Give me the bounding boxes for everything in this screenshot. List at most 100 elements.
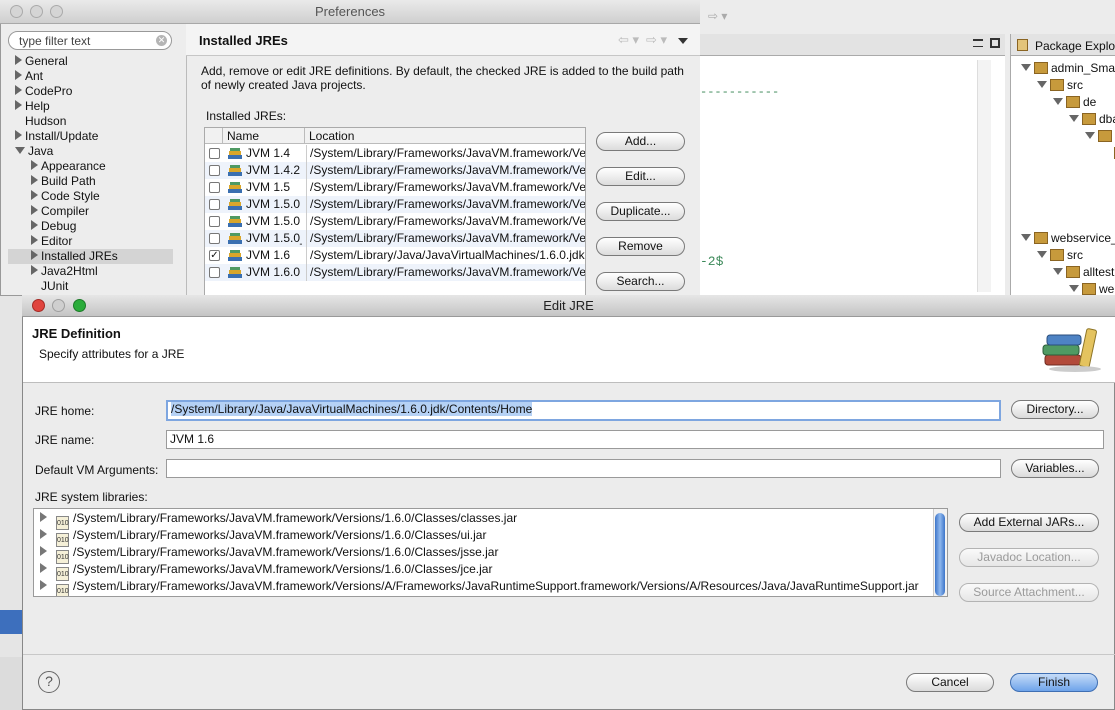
- package-tree-item[interactable]: alltest: [1053, 265, 1114, 279]
- add-external-jars-button[interactable]: Add External JARs...: [959, 513, 1099, 532]
- jre-row[interactable]: JVM 1.4/System/Library/Frameworks/JavaVM…: [205, 145, 585, 162]
- jre-checkbox[interactable]: [209, 182, 220, 193]
- search-jre-button[interactable]: Search...: [596, 272, 685, 291]
- tree-item[interactable]: Appearance: [31, 159, 106, 174]
- package-tree-item[interactable]: [1085, 129, 1115, 143]
- variables-button[interactable]: Variables...: [1011, 459, 1099, 478]
- column-location[interactable]: Location: [305, 128, 585, 144]
- package-tree-item[interactable]: wel: [1069, 282, 1115, 296]
- jre-checkbox[interactable]: [209, 216, 220, 227]
- back-arrow-icon[interactable]: ⇦ ▾: [618, 32, 639, 48]
- minimize-view-icon[interactable]: [973, 39, 983, 47]
- library-row[interactable]: 010/System/Library/Frameworks/JavaVM.fra…: [40, 527, 486, 547]
- expand-arrow-icon[interactable]: [31, 250, 38, 260]
- tree-item[interactable]: Editor: [31, 234, 72, 249]
- column-name[interactable]: Name: [223, 128, 305, 144]
- expand-arrow-icon[interactable]: [40, 546, 47, 556]
- expand-arrow-icon[interactable]: [31, 235, 38, 245]
- nav-arrows[interactable]: ⇨ ▾: [708, 9, 727, 23]
- expand-arrow-icon[interactable]: [31, 175, 38, 185]
- jre-row[interactable]: JVM 1.4.2/System/Library/Frameworks/Java…: [205, 162, 585, 179]
- finish-button[interactable]: Finish: [1010, 673, 1098, 692]
- collapse-arrow-icon[interactable]: [1069, 115, 1079, 122]
- libraries-scroll-thumb[interactable]: [935, 513, 945, 596]
- cancel-button[interactable]: Cancel: [906, 673, 994, 692]
- vm-args-input[interactable]: [166, 459, 1001, 478]
- collapse-arrow-icon[interactable]: [1021, 64, 1031, 71]
- tree-item[interactable]: JUnit: [31, 279, 68, 294]
- expand-arrow-icon[interactable]: [15, 85, 22, 95]
- tree-item[interactable]: Java: [15, 144, 53, 159]
- expand-arrow-icon[interactable]: [40, 529, 47, 539]
- tree-item[interactable]: Compiler: [31, 204, 89, 219]
- jre-row[interactable]: JVM 1.5.0_ /System/Library/Frameworks/Jav…: [205, 230, 585, 247]
- clear-filter-icon[interactable]: ✕: [156, 35, 167, 46]
- expand-arrow-icon[interactable]: [40, 512, 47, 522]
- minimize-button[interactable]: [30, 5, 43, 18]
- package-tree-item[interactable]: src: [1037, 248, 1083, 262]
- view-menu-icon[interactable]: [678, 38, 688, 44]
- source-attachment-button[interactable]: Source Attachment...: [959, 583, 1099, 602]
- tree-item[interactable]: Hudson: [15, 114, 66, 129]
- expand-arrow-icon[interactable]: [31, 190, 38, 200]
- forward-arrow-icon[interactable]: ⇨ ▾: [646, 32, 667, 48]
- directory-button[interactable]: Directory...: [1011, 400, 1099, 419]
- expand-arrow-icon[interactable]: [31, 220, 38, 230]
- editor-area[interactable]: ----------- -2$: [700, 56, 1005, 296]
- collapse-arrow-icon[interactable]: [1085, 132, 1095, 139]
- tree-item[interactable]: Help: [15, 99, 50, 114]
- expand-arrow-icon[interactable]: [15, 100, 22, 110]
- duplicate-jre-button[interactable]: Duplicate...: [596, 202, 685, 221]
- collapse-arrow-icon[interactable]: [1037, 81, 1047, 88]
- expand-arrow-icon[interactable]: [40, 563, 47, 573]
- jre-row[interactable]: JVM 1.5.0/System/Library/Frameworks/Java…: [205, 196, 585, 213]
- expand-arrow-icon[interactable]: [31, 265, 38, 275]
- tree-item[interactable]: Ant: [15, 69, 43, 84]
- library-row[interactable]: 010/System/Library/Frameworks/JavaVM.fra…: [40, 561, 492, 581]
- zoom-button[interactable]: [50, 5, 63, 18]
- javadoc-location-button[interactable]: Javadoc Location...: [959, 548, 1099, 567]
- jre-row[interactable]: ✓ JVM 1.6/System/Library/Java/JavaVirtual…: [205, 247, 585, 264]
- package-tree-item[interactable]: src: [1037, 78, 1083, 92]
- package-tree-item[interactable]: dba: [1069, 112, 1115, 126]
- zoom-dialog-button[interactable]: [73, 299, 86, 312]
- close-button[interactable]: [10, 5, 23, 18]
- add-jre-button[interactable]: Add...: [596, 132, 685, 151]
- collapse-arrow-icon[interactable]: [1069, 285, 1079, 292]
- edit-jre-button[interactable]: Edit...: [596, 167, 685, 186]
- jre-checkbox[interactable]: [209, 165, 220, 176]
- package-tree-item[interactable]: admin_Smar: [1021, 61, 1115, 75]
- jre-checkbox[interactable]: [209, 233, 220, 244]
- package-explorer-header[interactable]: Package Explor: [1011, 34, 1115, 56]
- tree-item[interactable]: General: [15, 54, 68, 69]
- tree-item[interactable]: Installed JREs: [8, 249, 173, 264]
- tree-item[interactable]: Debug: [31, 219, 76, 234]
- collapse-arrow-icon[interactable]: [1037, 251, 1047, 258]
- column-check[interactable]: [205, 128, 223, 144]
- jre-row[interactable]: JVM 1.5.0 (/System/Library/Frameworks/Ja…: [205, 213, 585, 230]
- help-icon[interactable]: ?: [38, 671, 60, 693]
- remove-jre-button[interactable]: Remove: [596, 237, 685, 256]
- jre-checkbox[interactable]: [209, 148, 220, 159]
- expand-arrow-icon[interactable]: [31, 160, 38, 170]
- collapse-arrow-icon[interactable]: [15, 147, 25, 154]
- maximize-view-icon[interactable]: [990, 38, 1000, 48]
- jre-home-input[interactable]: /System/Library/Java/JavaVirtualMachines…: [166, 400, 1001, 421]
- expand-arrow-icon[interactable]: [15, 55, 22, 65]
- library-row[interactable]: 010/System/Library/Frameworks/JavaVM.fra…: [40, 544, 498, 564]
- jre-checkbox[interactable]: [209, 267, 220, 278]
- library-row[interactable]: 010/System/Library/Frameworks/JavaVM.fra…: [40, 578, 919, 596]
- minimize-dialog-button[interactable]: [52, 299, 65, 312]
- jre-name-input[interactable]: JVM 1.6: [166, 430, 1104, 449]
- collapse-arrow-icon[interactable]: [1053, 268, 1063, 275]
- collapse-arrow-icon[interactable]: [1021, 234, 1031, 241]
- close-dialog-button[interactable]: [32, 299, 45, 312]
- jre-row[interactable]: JVM 1.6.0 (/System/Library/Frameworks/Ja…: [205, 264, 585, 281]
- tree-item[interactable]: Build Path: [31, 174, 96, 189]
- expand-arrow-icon[interactable]: [40, 580, 47, 590]
- collapse-arrow-icon[interactable]: [1053, 98, 1063, 105]
- expand-arrow-icon[interactable]: [15, 130, 22, 140]
- library-row[interactable]: 010/System/Library/Frameworks/JavaVM.fra…: [40, 510, 517, 530]
- tree-item[interactable]: Install/Update: [15, 129, 98, 144]
- jre-checkbox[interactable]: ✓: [209, 250, 220, 261]
